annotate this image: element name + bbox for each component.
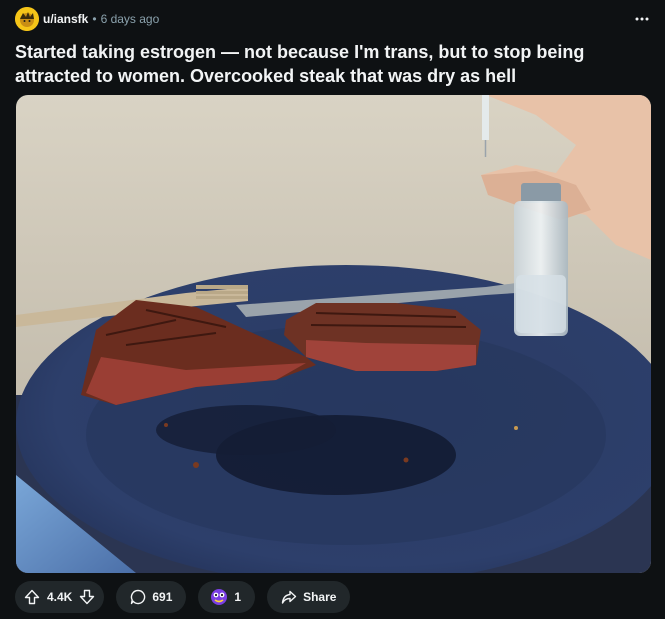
post-meta: u/iansfk • 6 days ago (15, 7, 159, 31)
author-link[interactable]: u/iansfk (43, 12, 88, 26)
more-options-button[interactable] (631, 8, 653, 30)
post-timestamp: 6 days ago (100, 12, 160, 26)
meta-separator: • (92, 12, 97, 26)
upvote-icon (24, 589, 40, 605)
comment-icon (131, 589, 146, 605)
photo-steak-icon (16, 95, 651, 573)
avatar[interactable] (15, 7, 39, 31)
comments-button[interactable]: 691 (116, 581, 187, 613)
upvote-button[interactable] (21, 586, 43, 608)
share-label: Share (303, 590, 337, 604)
share-button[interactable]: Share (267, 581, 351, 613)
award-button[interactable]: 1 (198, 581, 256, 613)
vote-control: 4.4K (15, 581, 105, 613)
award-icon (211, 589, 228, 605)
vote-count: 4.4K (47, 590, 73, 604)
more-dots-icon (635, 17, 649, 21)
avatar-icon (15, 7, 39, 31)
post-image[interactable] (16, 95, 651, 573)
downvote-button[interactable] (76, 586, 98, 608)
post-actions: 4.4K 691 1 Share (15, 581, 351, 613)
award-count: 1 (234, 590, 242, 604)
post-card: u/iansfk • 6 days ago Started taking est… (0, 0, 665, 619)
share-icon (281, 590, 297, 604)
post-title[interactable]: Started taking estrogen — not because I'… (15, 40, 645, 88)
downvote-icon (80, 589, 95, 605)
comment-count: 691 (152, 590, 173, 604)
